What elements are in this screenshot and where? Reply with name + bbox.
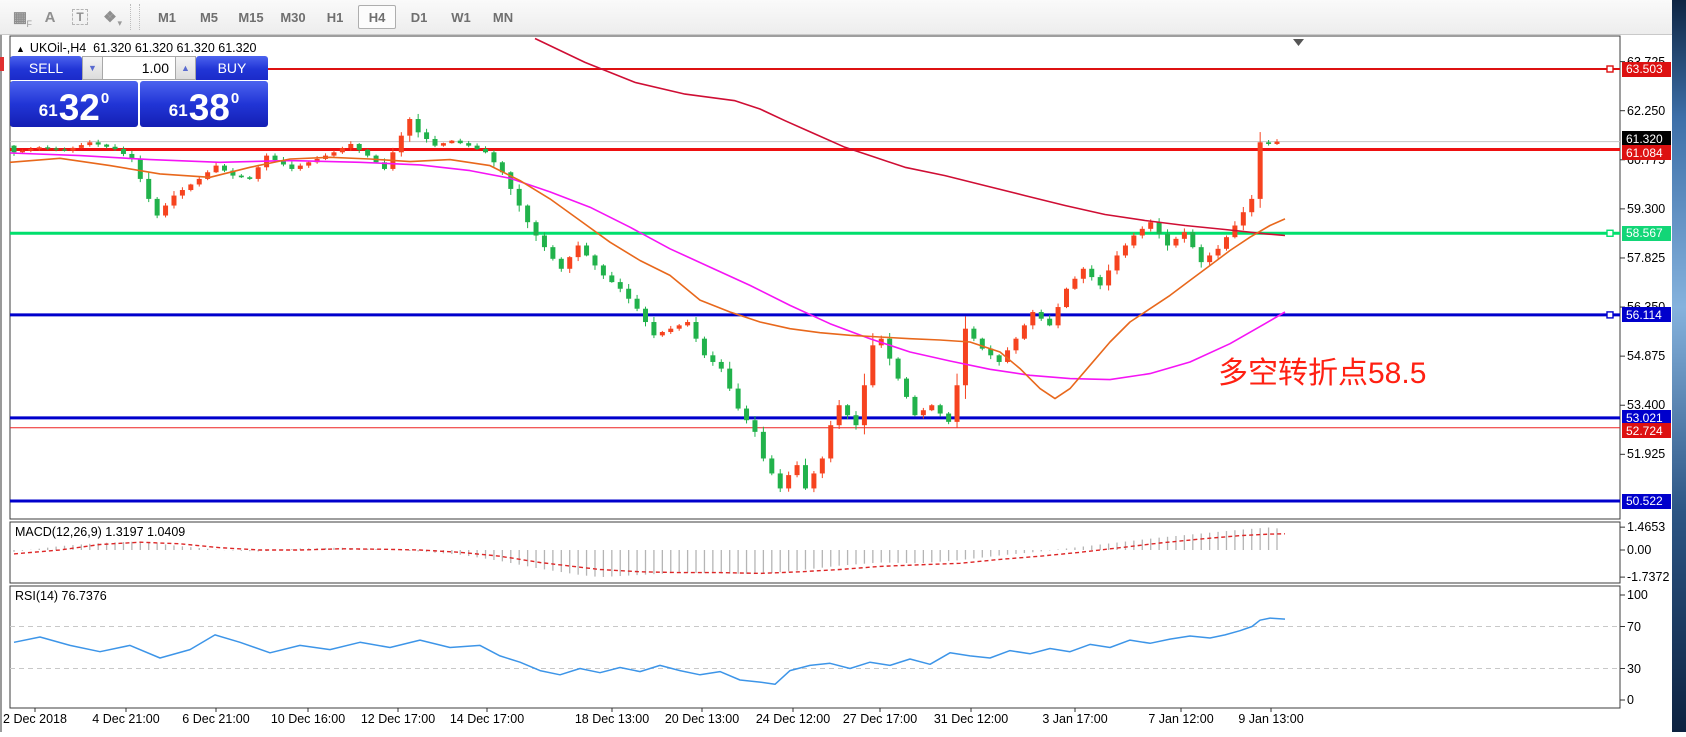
- timeframe-button-m1[interactable]: M1: [148, 5, 186, 29]
- macd-axis-tick: 1.4653: [1627, 520, 1665, 534]
- volume-decrease-button[interactable]: ▼: [82, 56, 103, 80]
- time-axis-label: 7 Jan 12:00: [1148, 712, 1213, 726]
- time-axis-label: 14 Dec 17:00: [450, 712, 524, 726]
- macd-axis-tick: -1.7372: [1627, 570, 1669, 584]
- toolbar-separator: [130, 4, 140, 30]
- price-level-label: 50.522: [1622, 494, 1671, 509]
- time-axis-label: 18 Dec 13:00: [575, 712, 649, 726]
- price-axis-tick: 51.925: [1627, 447, 1665, 461]
- ask-pip: 0: [231, 90, 239, 107]
- macd-axis-tick: 0.00: [1627, 543, 1651, 557]
- sell-button[interactable]: SELL: [10, 56, 82, 80]
- price-level-label: 61.084: [1622, 145, 1671, 160]
- time-axis-label: 24 Dec 12:00: [756, 712, 830, 726]
- toolbar: ▦FAT❖▾ M1M5M15M30H1H4D1W1MN: [0, 0, 1672, 35]
- rsi-axis-tick: 0: [1627, 693, 1634, 707]
- symbol-marker-icon: ▲: [16, 44, 25, 54]
- bid-main: 32: [59, 92, 100, 125]
- price-axis-tick: 59.300: [1627, 202, 1665, 216]
- time-axis-label: 27 Dec 17:00: [843, 712, 917, 726]
- price-axis-tick: 62.250: [1627, 104, 1665, 118]
- text-label-tool-icon-icon[interactable]: T: [66, 4, 94, 30]
- chart-annotation-text: 多空转折点58.5: [1218, 348, 1426, 392]
- ohlc-quotes: 61.320 61.320 61.320 61.320: [93, 41, 256, 55]
- bid-prefix: 61: [39, 101, 58, 121]
- price-level-label: 63.503: [1622, 62, 1671, 77]
- volume-input[interactable]: [103, 56, 175, 80]
- chart-header: ▲ UKOil-,H4 61.320 61.320 61.320 61.320: [16, 41, 257, 55]
- time-axis-label: 6 Dec 21:00: [182, 712, 249, 726]
- new-order-grid-icon-icon[interactable]: ▦F: [6, 4, 34, 30]
- time-axis-label: 12 Dec 17:00: [361, 712, 435, 726]
- timeframe-button-h1[interactable]: H1: [316, 5, 354, 29]
- symbol-title: UKOil-,H4: [30, 41, 86, 55]
- timeframe-button-m30[interactable]: M30: [274, 5, 312, 29]
- font-tool-icon-icon[interactable]: A: [36, 4, 64, 30]
- window-left-border: [0, 35, 2, 732]
- time-axis-label: 3 Jan 17:00: [1042, 712, 1107, 726]
- time-axis-label: 9 Jan 13:00: [1238, 712, 1303, 726]
- timeframe-button-w1[interactable]: W1: [442, 5, 480, 29]
- timeframe-button-mn[interactable]: MN: [484, 5, 522, 29]
- buy-button[interactable]: BUY: [196, 56, 268, 80]
- price-level-label: 61.320: [1622, 131, 1671, 146]
- ask-prefix: 61: [169, 101, 188, 121]
- time-axis-label: 4 Dec 21:00: [92, 712, 159, 726]
- sell-price-button[interactable]: 61 32 0: [10, 81, 138, 127]
- price-level-label: 52.724: [1622, 423, 1671, 438]
- time-axis-label: 20 Dec 13:00: [665, 712, 739, 726]
- rsi-axis-tick: 30: [1627, 662, 1641, 676]
- volume-increase-button[interactable]: ▲: [175, 56, 196, 80]
- timeframe-button-m15[interactable]: M15: [232, 5, 270, 29]
- ask-main: 38: [189, 92, 230, 125]
- timeframe-button-d1[interactable]: D1: [400, 5, 438, 29]
- timeframe-button-m5[interactable]: M5: [190, 5, 228, 29]
- time-axis-label: 2 Dec 2018: [3, 712, 67, 726]
- buy-price-button[interactable]: 61 38 0: [140, 81, 268, 127]
- time-axis-label: 10 Dec 16:00: [271, 712, 345, 726]
- timeframe-button-h4[interactable]: H4: [358, 5, 396, 29]
- price-axis-tick: 57.825: [1627, 251, 1665, 265]
- objects-tool-icon-icon[interactable]: ❖▾: [96, 4, 124, 30]
- price-level-label: 56.114: [1622, 307, 1671, 322]
- rsi-axis-tick: 70: [1627, 620, 1641, 634]
- price-level-label: 58.567: [1622, 226, 1671, 241]
- rsi-indicator-title: RSI(14) 76.7376: [15, 589, 107, 603]
- left-edge-marker: [0, 57, 4, 71]
- rsi-axis-tick: 100: [1627, 588, 1648, 602]
- macd-indicator-title: MACD(12,26,9) 1.3197 1.0409: [15, 525, 185, 539]
- window-edge-strip: [1672, 0, 1686, 732]
- one-click-trading-panel: SELL ▼ ▲ BUY 61 32 0 61 38 0: [10, 56, 268, 127]
- price-axis-tick: 54.875: [1627, 349, 1665, 363]
- time-axis-label: 31 Dec 12:00: [934, 712, 1008, 726]
- bid-pip: 0: [101, 90, 109, 107]
